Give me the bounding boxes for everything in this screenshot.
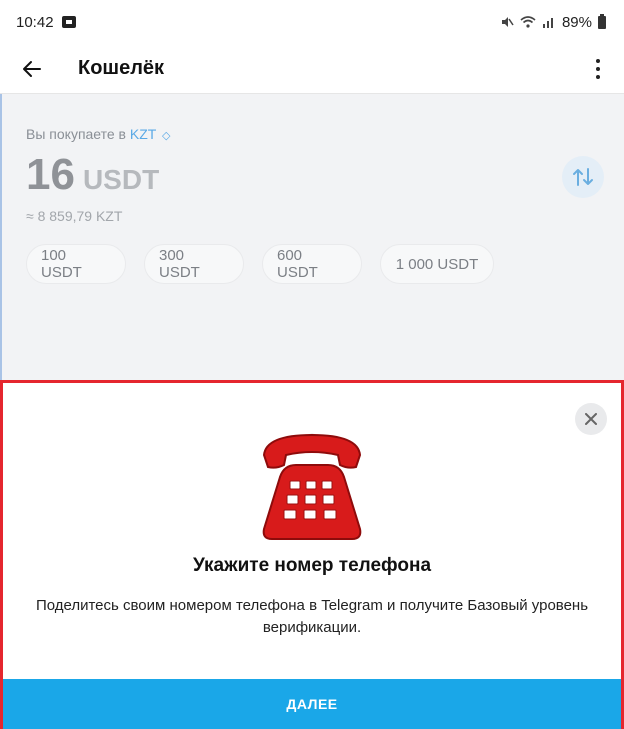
purchase-label: Вы покупаете в — [26, 126, 126, 142]
close-icon — [585, 413, 597, 425]
battery-percent: 89% — [561, 13, 592, 31]
preset-600[interactable]: 600 USDT — [262, 244, 362, 284]
amount-unit: USDT — [82, 164, 160, 195]
more-vert-icon — [596, 58, 600, 63]
close-button[interactable] — [575, 403, 607, 435]
currency-toggle-icon: ◇ — [161, 130, 171, 142]
swap-icon — [573, 168, 593, 186]
swap-button[interactable] — [562, 156, 604, 198]
currency-selector[interactable]: KZT — [130, 126, 156, 142]
signal-icon — [542, 18, 553, 28]
battery-icon — [598, 13, 606, 29]
phone-verification-sheet: Укажите номер телефона Поделитесь своим … — [0, 380, 624, 729]
wifi-icon — [520, 16, 536, 28]
preset-300[interactable]: 300 USDT — [144, 244, 244, 284]
more-options-button[interactable] — [582, 49, 614, 89]
sheet-description: Поделитесь своим номером телефона в Tele… — [35, 597, 589, 636]
next-button[interactable]: ДАЛЕЕ — [3, 679, 621, 729]
back-button[interactable] — [12, 49, 52, 89]
amount-presets: 100 USDT 300 USDT 600 USDT 1 000 USDT — [26, 244, 494, 284]
mute-icon — [501, 17, 514, 27]
status-time: 10:42 — [16, 13, 54, 31]
amount-display[interactable]: 16 USDT — [26, 150, 159, 200]
telephone-icon — [256, 425, 368, 545]
page-title: Кошелёк — [78, 57, 165, 79]
app-header: Кошелёк — [0, 44, 624, 94]
purchase-panel: Вы покупаете в KZT ◇ 16 USDT ≈ 8 859,79 … — [0, 94, 624, 380]
sheet-title: Укажите номер телефона — [192, 555, 432, 576]
amount-value: 16 — [26, 150, 75, 199]
approx-fiat: ≈ 8 859,79 KZT — [26, 208, 123, 224]
purchase-currency-line: Вы покупаете в KZT ◇ — [26, 126, 170, 142]
preset-100[interactable]: 100 USDT — [26, 244, 126, 284]
preset-1000[interactable]: 1 000 USDT — [380, 244, 494, 284]
back-arrow-icon — [23, 60, 41, 77]
image-icon — [61, 16, 76, 28]
status-bar: 10:42 89% — [0, 0, 624, 44]
